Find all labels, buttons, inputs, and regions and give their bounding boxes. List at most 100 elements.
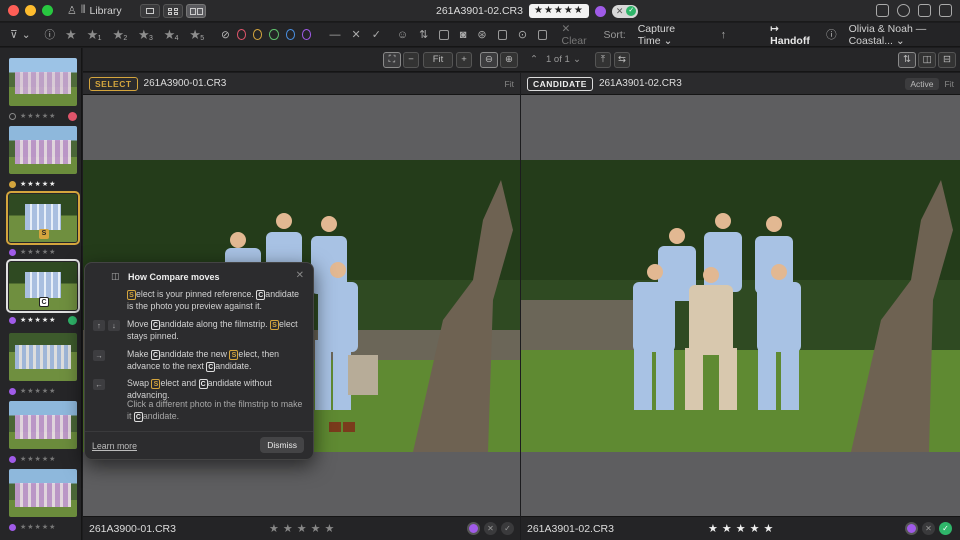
zoom-in-button[interactable]: + [456, 52, 472, 68]
face-icon[interactable]: ☺ [397, 29, 408, 41]
star-filter-5[interactable]: ★ 5 [189, 27, 204, 43]
green-label-filter[interactable] [269, 29, 279, 40]
fit-frame-button[interactable]: ⛶ [383, 52, 401, 68]
adjust-icon[interactable]: ⇅ [419, 28, 428, 41]
close-window-button[interactable] [8, 5, 19, 16]
sort-select[interactable]: Capture Time ⌄ [638, 23, 699, 47]
select-filename: 261A3900-01.CR3 [143, 78, 227, 89]
blue-label-filter[interactable] [285, 29, 296, 40]
layout-stacked-button[interactable]: ⇅ [898, 52, 916, 68]
camera-icon[interactable]: ◙ [460, 29, 467, 41]
filmstrip-thumb[interactable]: ★★★★★ [9, 126, 77, 191]
select-color-label-button[interactable] [467, 522, 480, 535]
handoff-button[interactable]: ↦ Handoff [770, 23, 812, 47]
export-icon[interactable] [918, 4, 931, 17]
thumb-stars[interactable]: ★★★★★ [20, 180, 56, 188]
unflagged-filter-icon[interactable]: — [329, 29, 340, 41]
select-zoom-label: Fit [504, 78, 514, 89]
thumbnail-image: S [6, 191, 80, 245]
aperture-icon[interactable]: ⊛ [477, 28, 486, 41]
no-color-filter-icon[interactable]: ⊘ [221, 29, 230, 41]
popover-footer: Learn more Dismiss [85, 431, 313, 459]
thumb-stars[interactable]: ★★★★★ [20, 523, 56, 531]
picked-filter-icon[interactable]: ✓ [372, 28, 381, 41]
purple-label-dot[interactable] [594, 5, 606, 17]
promote-button[interactable]: ⤒ [595, 52, 611, 68]
candidate-pane[interactable] [521, 95, 960, 516]
filter-icon[interactable]: ⊽ [10, 29, 18, 41]
thumb-stars[interactable]: ★★★★★ [20, 248, 56, 256]
candidate-star-rating[interactable]: ★★★★★ [708, 522, 777, 535]
thumb-stars[interactable]: ★★★★★ [20, 112, 56, 120]
library-breadcrumb[interactable]: ♙ ⫴ Library [67, 4, 122, 17]
dismiss-button[interactable]: Dismiss [260, 437, 304, 453]
star-filter-4[interactable]: ★ 4 [164, 27, 179, 43]
red-label-filter[interactable] [236, 29, 247, 40]
single-view-button[interactable] [139, 3, 160, 18]
info-icon[interactable]: ⓘ [45, 27, 56, 42]
compare-toolbar: ⛶ − Fit + ⊖ ⊕ ⌃ 1 of 1 ⌄ ⤒ ⇆ ⇅ ◫ ⊟ [83, 48, 960, 72]
thumb-stars[interactable]: ★★★★★ [20, 316, 56, 324]
link-views-button[interactable]: ⊖ [480, 52, 498, 68]
close-icon[interactable]: ✕ [296, 270, 304, 281]
candidate-zoom-label: Fit [944, 78, 954, 89]
star-filter-2[interactable]: ★ 2 [112, 27, 127, 43]
project-info-icon[interactable]: ⓘ [826, 27, 837, 42]
active-badge: Active [905, 77, 939, 90]
star-filter-3[interactable]: ★ 3 [138, 27, 153, 43]
filmstrip-thumb[interactable]: ★★★★★ [9, 333, 77, 398]
purple-label-filter[interactable] [302, 29, 312, 40]
select-reject-button[interactable]: ✕ [484, 522, 497, 535]
sort-direction-icon[interactable]: ↑ [721, 29, 727, 41]
window-title: 261A3901-02.CR3 [436, 5, 523, 17]
filmstrip[interactable]: ★★★★★ ★★★★★ S ★★★★★ C ★★★★★ ★★★★★ ★★★★★ [0, 48, 82, 540]
flag-toggle[interactable]: ✕ ✓ [611, 4, 639, 18]
star-filter-1[interactable]: ★ 1 [87, 27, 102, 43]
layout-top-bottom-button[interactable]: ⊟ [938, 52, 956, 68]
candidate-photo [521, 160, 960, 452]
rejected-filter-icon[interactable]: ✕ [351, 28, 360, 41]
next-page-icon[interactable]: ⌄ [573, 54, 581, 65]
rejected-flag-icon [68, 111, 77, 121]
minimize-window-button[interactable] [25, 5, 36, 16]
chat-icon[interactable] [897, 4, 910, 17]
layout-side-by-side-button[interactable]: ◫ [918, 52, 936, 68]
thumb-stars[interactable]: ★★★★★ [20, 387, 56, 395]
location-icon[interactable]: ⊙ [518, 28, 527, 41]
focus-point-button[interactable]: ⊕ [500, 52, 518, 68]
swap-button[interactable]: ⇆ [614, 52, 630, 68]
image-icon[interactable] [439, 29, 449, 40]
filmstrip-thumb[interactable]: ★★★★★ [9, 58, 77, 123]
keyboard-icon[interactable] [876, 4, 889, 17]
thumb-stars[interactable]: ★★★★★ [20, 455, 56, 463]
project-select[interactable]: Olivia & Noah — Coastal... ⌄ [849, 23, 960, 47]
yellow-label-filter[interactable] [253, 29, 263, 40]
arrow-right-key-icon: → [93, 350, 105, 361]
filmstrip-thumb[interactable]: ★★★★★ [9, 469, 77, 534]
title-star-rating[interactable]: ★★★★★ [528, 4, 589, 18]
filmstrip-thumb[interactable]: ★★★★★ [9, 401, 77, 466]
title-center: 261A3901-02.CR3 ★★★★★ ✕ ✓ [436, 4, 639, 18]
calendar-icon[interactable] [538, 29, 548, 40]
chevron-down-icon[interactable]: ⌄ [22, 29, 31, 41]
filmstrip-thumb-select[interactable]: S ★★★★★ [6, 191, 80, 259]
compare-view-button[interactable] [185, 3, 206, 18]
previous-page-icon[interactable]: ⌃ [530, 54, 538, 65]
clear-filters-button[interactable]: ✕ Clear [561, 23, 591, 47]
grid-view-button[interactable] [162, 3, 183, 18]
select-star-rating[interactable]: ★★★★★ [269, 522, 338, 535]
learn-more-link[interactable]: Learn more [92, 441, 137, 451]
zoom-window-button[interactable] [42, 5, 53, 16]
zoom-level-field[interactable]: Fit [423, 52, 453, 68]
candidate-color-label-button[interactable] [905, 522, 918, 535]
filmstrip-thumb-candidate[interactable]: C ★★★★★ [6, 259, 80, 327]
select-pick-button[interactable]: ✓ [501, 522, 514, 535]
zoom-out-button[interactable]: − [403, 52, 419, 68]
panel-icon[interactable] [939, 4, 952, 17]
candidate-reject-button[interactable]: ✕ [922, 522, 935, 535]
candidate-pick-button[interactable]: ✓ [939, 522, 952, 535]
help-row-make: Make Candidate the new Select, then adva… [127, 349, 280, 372]
file-icon[interactable] [497, 29, 507, 40]
help-row-move: Move Candidate along the filmstrip. Sele… [127, 319, 298, 341]
star-filter-any[interactable]: ★ [65, 27, 77, 43]
